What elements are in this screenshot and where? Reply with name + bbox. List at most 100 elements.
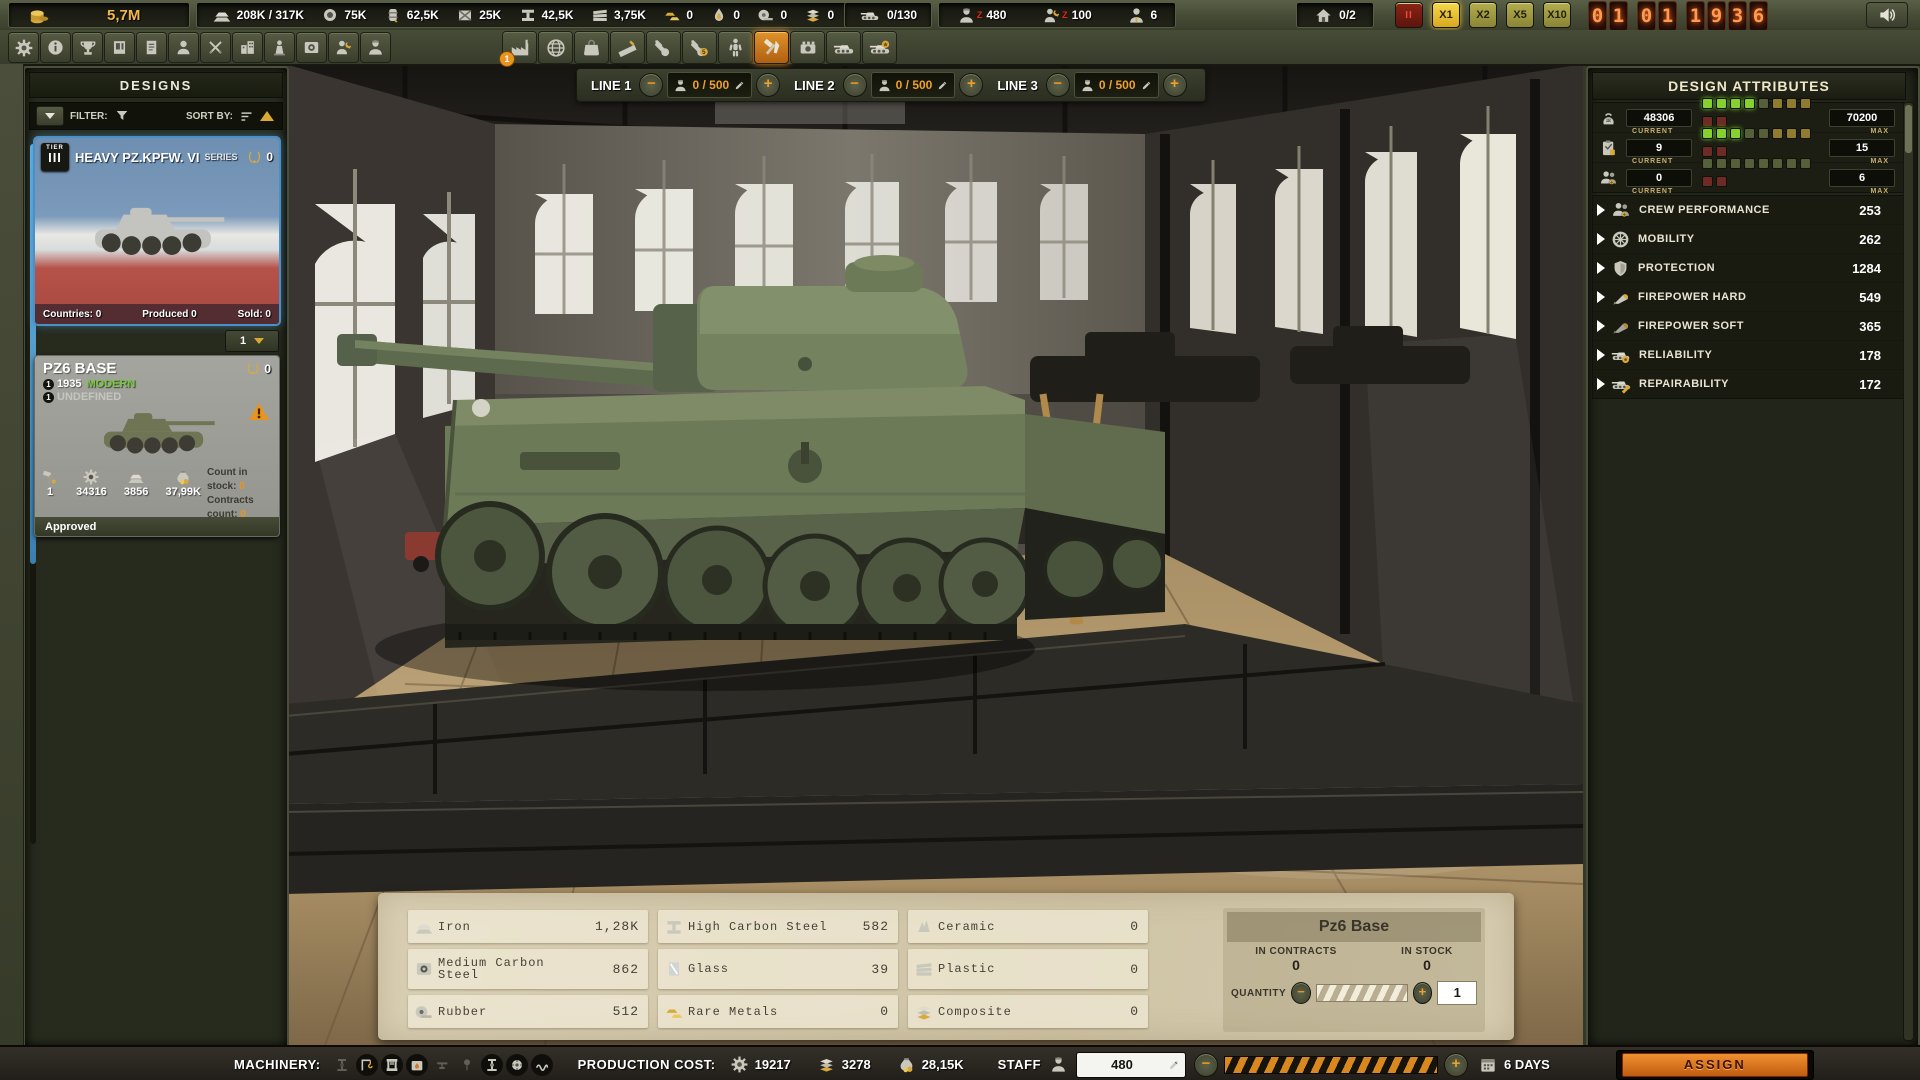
staff-counts: Z480 Z100 6 (938, 2, 1176, 28)
attribute-row-reliability[interactable]: RELIABILITY178 (1593, 341, 1903, 370)
assign-button[interactable]: ASSIGN (1622, 1053, 1808, 1077)
attributes-scrollbar-thumb[interactable] (1905, 105, 1912, 153)
tank-catalog-button[interactable] (862, 31, 897, 64)
engineering-cost: 19217 (755, 1057, 791, 1072)
chassis-info-icon: 1 (43, 392, 54, 403)
staff-decrease-button[interactable]: − (1194, 1053, 1218, 1077)
drill-press-machine[interactable] (331, 1054, 353, 1076)
speed-x1-button[interactable]: X1 (1432, 2, 1460, 28)
edit-icon[interactable] (733, 79, 746, 92)
attribute-row-mobility[interactable]: MOBILITY262 (1593, 225, 1903, 254)
expand-arrow-icon[interactable] (1597, 262, 1605, 274)
filter-funnel-icon[interactable] (114, 108, 130, 124)
attribute-row-crew-performance[interactable]: CREW PERFORMANCE253 (1593, 196, 1903, 225)
anvil-machine[interactable] (431, 1054, 453, 1076)
mobility-icon (1611, 230, 1630, 249)
warning-icon (247, 400, 271, 424)
crew-training-button[interactable] (718, 31, 753, 64)
line2-increase-button[interactable]: + (959, 73, 983, 97)
roller-machine[interactable] (531, 1054, 553, 1076)
world-market-button[interactable] (538, 31, 573, 64)
monument-button[interactable] (264, 32, 295, 63)
statue-icon (270, 38, 289, 57)
production-lines-bar: LINE 1 − 0 / 500 + LINE 2 − 0 / 500 + LI… (576, 68, 1206, 102)
military-button[interactable] (200, 32, 231, 63)
attribute-row-protection[interactable]: PROTECTION1284 (1593, 254, 1903, 283)
maintenance-button[interactable] (682, 31, 717, 64)
edit-icon[interactable] (936, 79, 949, 92)
money-cost: 28,15K (922, 1057, 964, 1072)
quantity-input[interactable]: 1 (1437, 981, 1477, 1005)
expand-arrow-icon[interactable] (1597, 320, 1605, 332)
quantity-slider[interactable] (1316, 984, 1408, 1002)
crew-led-bar (1702, 156, 1823, 192)
attribute-row-firepower-soft[interactable]: FIREPOWER SOFT365 (1593, 312, 1903, 341)
speed-x2-button[interactable]: X2 (1469, 2, 1497, 28)
speed-x10-button[interactable]: X10 (1543, 2, 1571, 28)
boring-machine[interactable] (481, 1054, 503, 1076)
speed-x5-button[interactable]: X5 (1506, 2, 1534, 28)
line1-quantity-box[interactable]: 0 / 500 (667, 72, 752, 98)
chevron-down-icon (254, 338, 264, 344)
resource-item: 62,5K (384, 6, 439, 24)
line3-increase-button[interactable]: + (1163, 73, 1187, 97)
quantity-decrease-button[interactable]: − (1291, 982, 1311, 1004)
diplomacy-button[interactable] (168, 32, 199, 63)
expand-arrow-icon[interactable] (1597, 233, 1605, 245)
design-series-card[interactable]: TIER III HEAVY PZ.KPFW. VI SERIES 0 Coun… (35, 138, 279, 324)
expand-arrow-icon[interactable] (1597, 378, 1605, 390)
manager-count: 6 (1127, 6, 1157, 25)
contracts-button[interactable] (574, 31, 609, 64)
grinder-machine[interactable] (506, 1054, 528, 1076)
duration-value: 6 DAYS (1504, 1057, 1550, 1072)
mechanic-button[interactable] (328, 32, 359, 63)
city-button[interactable] (232, 32, 263, 63)
expand-arrow-icon[interactable] (1597, 349, 1605, 361)
page-selector[interactable]: 1 (225, 330, 279, 352)
newsstand-button[interactable] (104, 32, 135, 63)
line1-decrease-button[interactable]: − (639, 73, 663, 97)
pause-button[interactable]: II (1395, 2, 1423, 28)
edit-icon[interactable] (1167, 1058, 1181, 1072)
furnace-machine[interactable] (406, 1054, 428, 1076)
line2-decrease-button[interactable]: − (843, 73, 867, 97)
production-button[interactable] (754, 31, 789, 64)
reports-button[interactable] (136, 32, 167, 63)
info-button[interactable] (40, 32, 71, 63)
tank-designs-button[interactable] (826, 31, 861, 64)
staff-slider[interactable] (1224, 1056, 1438, 1074)
attribute-row-firepower-hard[interactable]: FIREPOWER HARD549 (1593, 283, 1903, 312)
crane-machine[interactable] (356, 1054, 378, 1076)
staff-input[interactable]: 480 (1076, 1052, 1186, 1078)
workforce-button[interactable] (360, 32, 391, 63)
settings-button[interactable] (8, 32, 39, 63)
sort-direction-icon[interactable] (260, 111, 274, 121)
sound-button[interactable] (1866, 2, 1908, 28)
expand-arrow-icon[interactable] (1597, 204, 1605, 216)
crew-performance-icon (1611, 200, 1631, 220)
line2-quantity-box[interactable]: 0 / 500 (871, 72, 956, 98)
material-row-medium-carbon-steel: Medium Carbon Steel862 (408, 949, 648, 989)
line3-decrease-button[interactable]: − (1046, 73, 1070, 97)
lamp-machine[interactable] (456, 1054, 478, 1076)
attribute-row-repairability[interactable]: REPAIRABILITY172 (1593, 370, 1903, 398)
edit-icon[interactable] (1140, 79, 1153, 92)
factory-button[interactable]: 1 (502, 31, 537, 64)
line1-increase-button[interactable]: + (756, 73, 780, 97)
design-variant-card[interactable]: PZ6 BASE 0 1 1935 MODERN 1 UNDEFINED (35, 356, 279, 536)
design-bureau-button[interactable] (610, 31, 645, 64)
attributes-scrollbar[interactable] (1903, 102, 1914, 1041)
expand-arrow-icon[interactable] (1597, 291, 1605, 303)
staff-increase-button[interactable]: + (1444, 1053, 1468, 1077)
line3-quantity-box[interactable]: 0 / 500 (1074, 72, 1159, 98)
sort-icon[interactable] (239, 109, 254, 124)
achievements-button[interactable] (72, 32, 103, 63)
workshop-button[interactable] (646, 31, 681, 64)
quantity-increase-button[interactable]: + (1413, 982, 1433, 1004)
collapse-button[interactable] (36, 106, 64, 126)
components-button[interactable] (790, 31, 825, 64)
production-cost-label: PRODUCTION COST: (578, 1057, 716, 1072)
material-row-rubber: Rubber512 (408, 995, 648, 1028)
research-button[interactable] (296, 32, 327, 63)
press-machine[interactable] (381, 1054, 403, 1076)
